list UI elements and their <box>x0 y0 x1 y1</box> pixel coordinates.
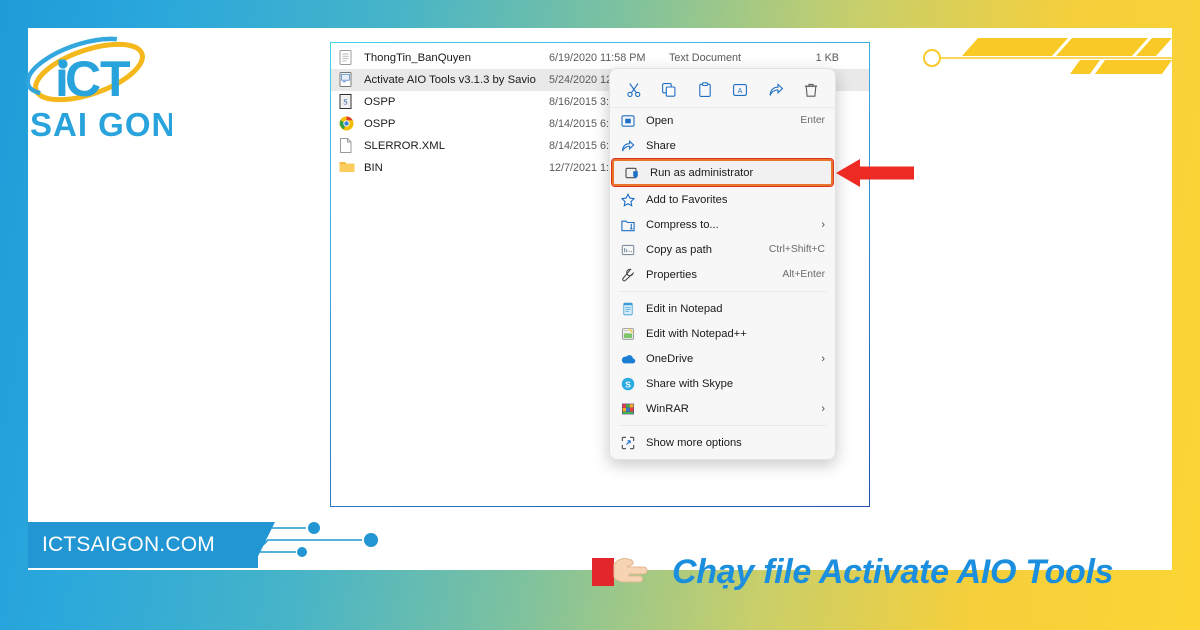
share-arrow-icon <box>618 137 638 155</box>
file-name: ThongTin_BanQuyen <box>364 52 471 64</box>
chevrons-artwork <box>923 38 1172 74</box>
file-name: OSPP <box>364 118 396 130</box>
menu-item-label: Properties <box>646 268 697 281</box>
menu-item-copy-as-path[interactable]: Copy as path Ctrl+Shift+C <box>610 237 835 262</box>
notepadpp-icon <box>618 325 638 343</box>
copy-path-icon <box>618 241 638 259</box>
menu-item-show-more-options[interactable]: Show more options <box>610 430 835 455</box>
winrar-icon <box>618 400 638 418</box>
menu-item-compress-to[interactable]: Compress to... › <box>610 212 835 237</box>
svg-text:T: T <box>100 51 131 107</box>
context-menu-toolbar[interactable]: A <box>610 72 835 108</box>
menu-item-edit-with-notepadpp[interactable]: Edit with Notepad++ <box>610 321 835 346</box>
menu-item-open[interactable]: Open Enter <box>610 108 835 133</box>
menu-item-share[interactable]: Share <box>610 133 835 158</box>
menu-item-label: Show more options <box>646 436 742 449</box>
menu-item-winrar[interactable]: WinRAR › <box>610 396 835 421</box>
menu-item-accel: Alt+Enter <box>782 269 825 280</box>
menu-item-run-as-administrator[interactable]: Run as administrator <box>611 158 834 187</box>
menu-item-label: OneDrive <box>646 352 694 365</box>
table-row[interactable]: ThongTin_BanQuyen 6/19/2020 11:58 PM Tex… <box>331 47 869 69</box>
file-name: OSPP <box>364 96 396 108</box>
xml-file-icon <box>339 138 357 154</box>
menu-item-label: Share <box>646 139 676 152</box>
share-icon[interactable] <box>762 77 790 103</box>
show-more-options-icon <box>618 434 638 452</box>
arrow-left-icon <box>836 159 914 187</box>
menu-item-accel: Enter <box>800 115 825 126</box>
onedrive-cloud-icon <box>618 350 638 368</box>
circuit-artwork <box>229 522 378 573</box>
paste-icon[interactable] <box>691 77 719 103</box>
menu-item-share-with-skype[interactable]: S Share with Skype <box>610 371 835 396</box>
notepad-icon <box>618 300 638 318</box>
svg-text:C: C <box>65 51 101 107</box>
chevron-right-icon: › <box>821 218 825 231</box>
menu-item-label: Compress to... <box>646 218 719 231</box>
chevron-right-icon: › <box>821 402 825 415</box>
caption-block: Chạy file Activate AIO Tools <box>592 552 1114 592</box>
menu-divider <box>618 291 827 292</box>
circuit-decoration <box>229 516 400 576</box>
file-name: SLERROR.XML <box>364 140 445 152</box>
logo-secondary-text: SAI GON <box>30 106 172 143</box>
menu-item-label: Add to Favorites <box>646 193 728 206</box>
menu-item-label: Copy as path <box>646 243 712 256</box>
decorative-chevrons <box>900 24 1200 94</box>
menu-item-label: Edit in Notepad <box>646 302 723 315</box>
vbs-script-icon: S <box>339 94 357 110</box>
menu-item-label: WinRAR <box>646 402 689 415</box>
batch-file-icon <box>339 72 357 88</box>
folder-icon <box>339 160 357 176</box>
pointing-hand-icon <box>592 552 666 592</box>
svg-text:S: S <box>625 379 631 389</box>
wrench-icon <box>618 266 638 284</box>
file-name: BIN <box>364 162 383 174</box>
file-size: 1 KB <box>815 52 839 64</box>
open-icon <box>618 112 638 130</box>
delete-icon[interactable] <box>797 77 825 103</box>
compress-icon <box>618 216 638 234</box>
file-type: Text Document <box>669 52 742 64</box>
red-arrow-annotation <box>836 157 914 189</box>
star-icon <box>618 191 638 209</box>
text-file-icon <box>339 50 357 66</box>
chrome-html-icon <box>339 116 357 132</box>
chevron-right-icon: › <box>821 352 825 365</box>
svg-text:A: A <box>738 88 743 95</box>
menu-item-label: Edit with Notepad++ <box>646 327 747 340</box>
menu-item-label: Run as administrator <box>650 166 754 179</box>
menu-item-label: Open <box>646 114 674 127</box>
copy-icon[interactable] <box>655 77 683 103</box>
menu-item-accel: Ctrl+Shift+C <box>768 244 825 255</box>
file-name: Activate AIO Tools v3.1.3 by Savio <box>364 74 536 86</box>
menu-divider <box>618 425 827 426</box>
rename-icon[interactable]: A <box>726 77 754 103</box>
caption-text: Chạy file Activate AIO Tools <box>672 552 1114 591</box>
shield-admin-icon <box>622 164 642 182</box>
logo-artwork: i C T SAI GON <box>25 36 172 143</box>
context-menu[interactable]: A Open Enter Share Run as administrator … <box>609 68 836 460</box>
ict-saigon-logo: i C T SAI GON iCT SAI GON <box>22 24 172 150</box>
file-date: 6/19/2020 11:58 PM <box>549 52 646 64</box>
svg-text:S: S <box>343 98 347 107</box>
menu-item-edit-in-notepad[interactable]: Edit in Notepad <box>610 296 835 321</box>
menu-item-onedrive[interactable]: OneDrive › <box>610 346 835 371</box>
menu-item-add-to-favorites[interactable]: Add to Favorites <box>610 187 835 212</box>
skype-icon: S <box>618 375 638 393</box>
cut-icon[interactable] <box>620 77 648 103</box>
menu-item-properties[interactable]: Properties Alt+Enter <box>610 262 835 287</box>
menu-item-label: Share with Skype <box>646 377 734 390</box>
